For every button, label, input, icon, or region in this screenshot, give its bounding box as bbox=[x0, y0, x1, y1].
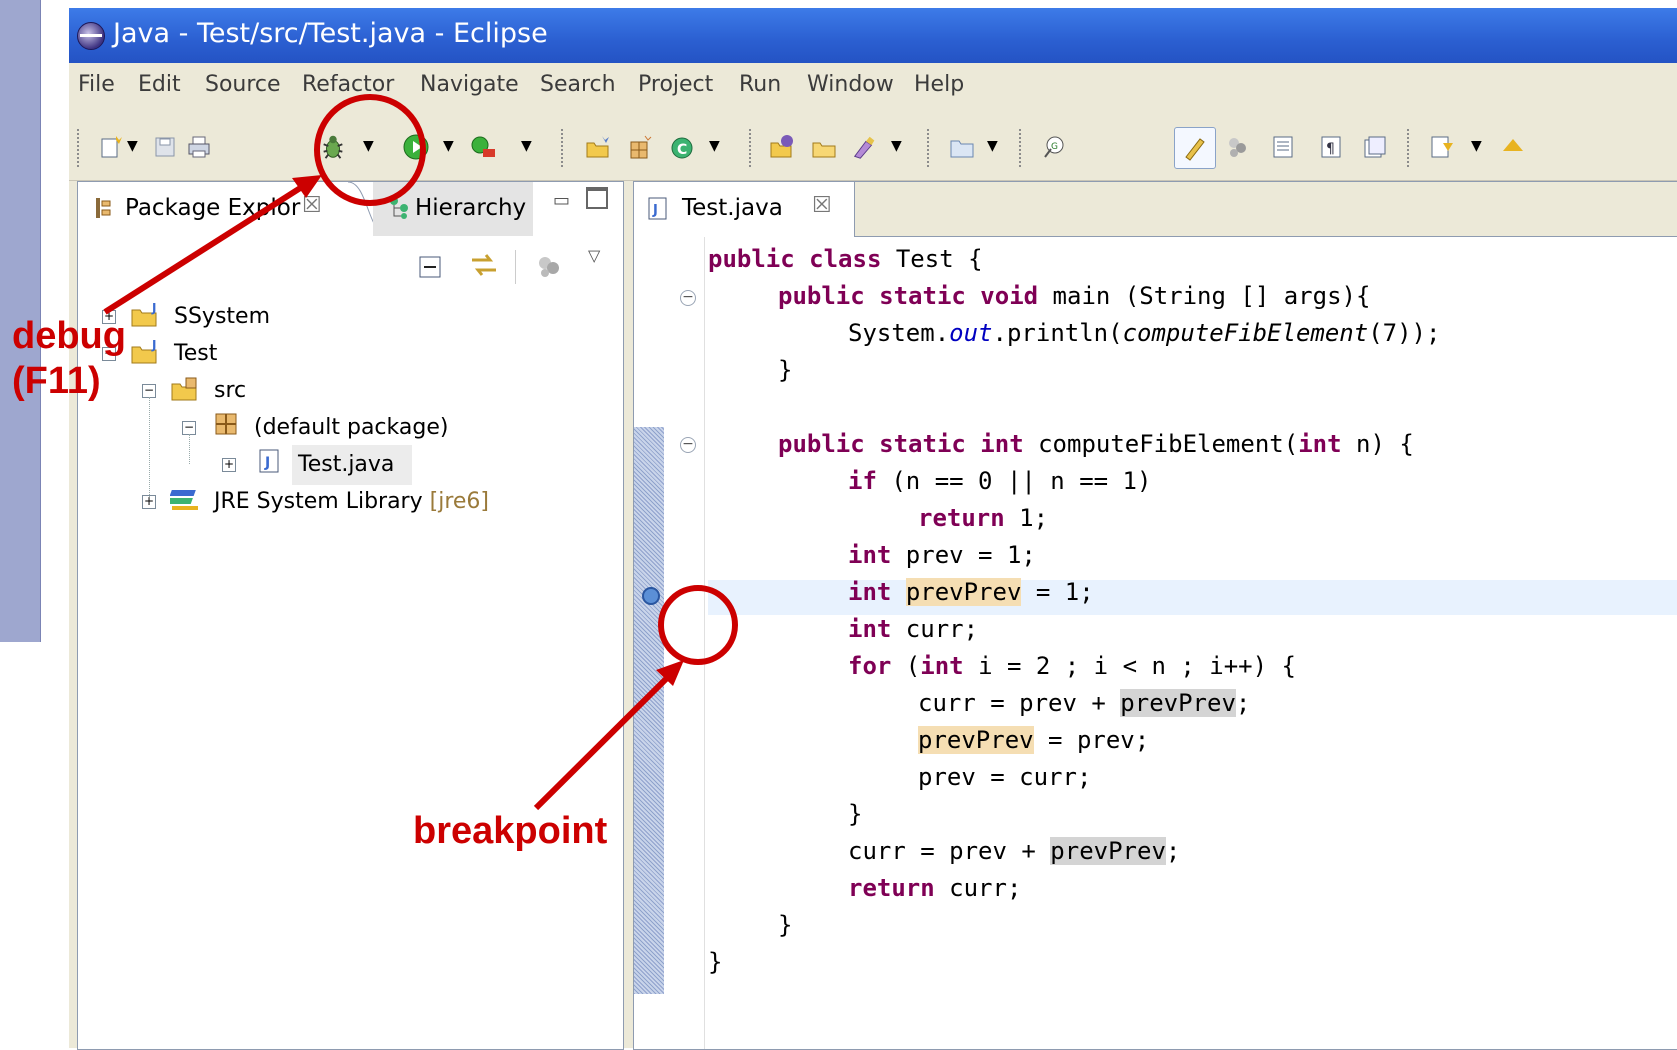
breakpoint-annotation: breakpoint bbox=[413, 810, 608, 852]
debug-arrow-head bbox=[292, 175, 322, 198]
breakpoint-callout-circle bbox=[658, 585, 738, 665]
annotation-overlay bbox=[103, 94, 738, 811]
breakpoint-callout-arrow bbox=[533, 672, 673, 811]
debug-annotation-line1: debug bbox=[12, 315, 126, 357]
debug-callout-arrow bbox=[103, 182, 307, 315]
debug-annotation-line2: (F11) bbox=[12, 360, 101, 402]
debug-callout-circle bbox=[314, 94, 426, 206]
